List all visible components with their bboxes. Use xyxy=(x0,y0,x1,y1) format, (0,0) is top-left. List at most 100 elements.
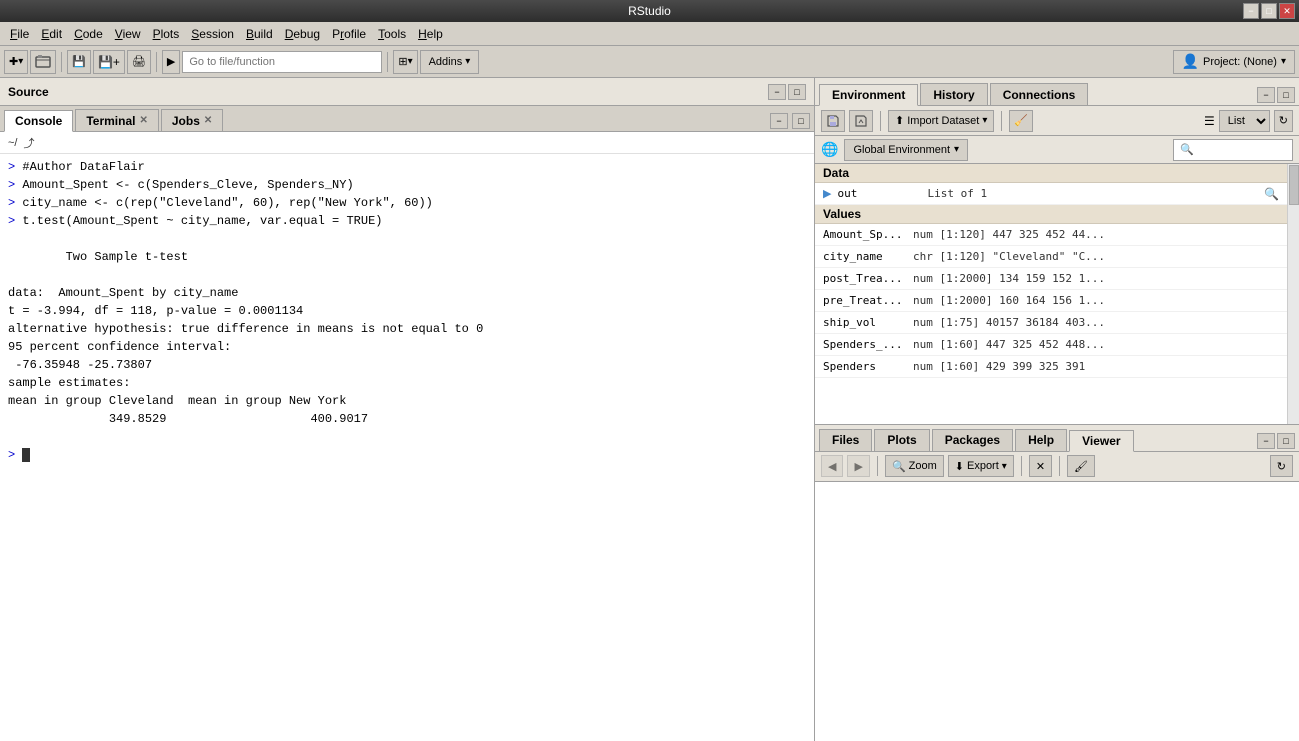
zoom-button[interactable]: 🔍 Zoom xyxy=(885,455,944,477)
save-workspace-button[interactable] xyxy=(821,110,845,132)
addins-button[interactable]: Addins ▾ xyxy=(420,50,480,74)
search-value-icon[interactable]: 🔍 xyxy=(1264,187,1279,201)
env-row-shipvol[interactable]: ship_vol num [1:75] 40157 36184 403... xyxy=(815,312,1287,334)
env-scrollbar[interactable] xyxy=(1287,164,1299,424)
list-controls: ☰ List Grid ↻ xyxy=(1204,110,1293,132)
files-separator-2 xyxy=(1021,456,1022,476)
minimize-env-button[interactable]: − xyxy=(1257,87,1275,103)
menu-file[interactable]: File xyxy=(4,26,35,42)
goto-arrow-button[interactable]: ▶ xyxy=(162,50,180,74)
values-section-header: Values xyxy=(815,205,1287,224)
layout-button[interactable]: ⊞ ▾ xyxy=(393,50,417,74)
window-title: RStudio xyxy=(628,4,671,18)
env-separator-2 xyxy=(1001,111,1002,131)
tab-help[interactable]: Help xyxy=(1015,429,1067,451)
close-button[interactable]: ✕ xyxy=(1279,3,1295,19)
window-controls[interactable]: − □ ✕ xyxy=(1243,3,1295,19)
env-selector: 🌐 Global Environment ▾ xyxy=(815,136,1299,164)
menu-tools[interactable]: Tools xyxy=(372,26,412,42)
tab-connections[interactable]: Connections xyxy=(990,83,1089,105)
minimize-source-button[interactable]: − xyxy=(768,84,786,100)
var-name-shipvol: ship_vol xyxy=(823,316,913,329)
tab-files[interactable]: Files xyxy=(819,429,872,451)
open-project-button[interactable] xyxy=(30,50,56,74)
close-jobs-tab[interactable]: ✕ xyxy=(204,115,212,126)
tab-console[interactable]: Console xyxy=(4,110,73,132)
menu-help[interactable]: Help xyxy=(412,26,449,42)
console-content[interactable]: > #Author DataFlair > Amount_Spent <- c(… xyxy=(0,154,814,741)
tab-packages[interactable]: Packages xyxy=(932,429,1013,451)
var-value-pretrea: num [1:2000] 160 164 156 1... xyxy=(913,294,1279,307)
export-button[interactable]: ⬇ Export ▾ xyxy=(948,455,1014,477)
load-workspace-button[interactable] xyxy=(849,110,873,132)
clear-console-button[interactable]: 🧹 xyxy=(1009,110,1033,132)
save-button[interactable]: 💾 xyxy=(67,50,91,74)
env-row-posttrea[interactable]: post_Trea... num [1:2000] 134 159 152 1.… xyxy=(815,268,1287,290)
env-row-out[interactable]: ▶ out List of 1 🔍 xyxy=(815,183,1287,205)
close-terminal-tab[interactable]: ✕ xyxy=(139,115,147,126)
maximize-button[interactable]: □ xyxy=(1261,3,1277,19)
menu-session[interactable]: Session xyxy=(185,26,240,42)
tab-plots[interactable]: Plots xyxy=(874,429,929,451)
env-row-spenders1[interactable]: Spenders_... num [1:60] 447 325 452 448.… xyxy=(815,334,1287,356)
maximize-source-button[interactable]: □ xyxy=(788,84,806,100)
console-line: mean in group Cleveland mean in group Ne… xyxy=(8,392,806,410)
viewer-content xyxy=(815,482,1299,741)
print-button[interactable]: 🖨 xyxy=(127,50,151,74)
minimize-button[interactable]: − xyxy=(1243,3,1259,19)
env-row-amount[interactable]: Amount_Sp... num [1:120] 447 325 452 44.… xyxy=(815,224,1287,246)
menu-code[interactable]: Code xyxy=(68,26,109,42)
console-line: alternative hypothesis: true difference … xyxy=(8,320,806,338)
project-selector[interactable]: 👤 Project: (None) ▾ xyxy=(1173,50,1295,74)
minimize-files-button[interactable]: − xyxy=(1257,433,1275,449)
menu-debug[interactable]: Debug xyxy=(279,26,326,42)
maximize-files-button[interactable]: □ xyxy=(1277,433,1295,449)
var-value-spenders1: num [1:60] 447 325 452 448... xyxy=(913,338,1279,351)
console-line: Two Sample t-test xyxy=(8,248,806,266)
menu-profile[interactable]: Profile xyxy=(326,26,372,42)
maximize-console-button[interactable]: □ xyxy=(792,113,810,129)
left-panel: Source − □ Console Terminal ✕ Jobs ✕ xyxy=(0,78,815,741)
refresh-files-button[interactable]: ↻ xyxy=(1270,455,1293,477)
minimize-console-button[interactable]: − xyxy=(770,113,788,129)
refresh-env-button[interactable]: ↻ xyxy=(1274,110,1293,132)
var-value-amount: num [1:120] 447 325 452 44... xyxy=(913,228,1279,241)
tab-viewer[interactable]: Viewer xyxy=(1069,430,1133,452)
menu-plots[interactable]: Plots xyxy=(147,26,186,42)
menu-edit[interactable]: Edit xyxy=(35,26,68,42)
console-line: 349.8529 400.9017 xyxy=(8,410,806,428)
var-name-amount: Amount_Sp... xyxy=(823,228,913,241)
maximize-env-button[interactable]: □ xyxy=(1277,87,1295,103)
console-line xyxy=(8,428,806,446)
env-row-cityname[interactable]: city_name chr [1:120] "Cleveland" "C... xyxy=(815,246,1287,268)
brush-button[interactable]: 🖌 xyxy=(1067,455,1095,477)
env-row-spenders2[interactable]: Spenders num [1:60] 429 399 325 391 xyxy=(815,356,1287,378)
import-dataset-button[interactable]: ⬆ Import Dataset ▾ xyxy=(888,110,994,132)
clear-viewer-button[interactable]: ✕ xyxy=(1029,455,1052,477)
tab-environment[interactable]: Environment xyxy=(819,84,918,106)
forward-button[interactable]: ▶ xyxy=(847,455,869,477)
tab-history[interactable]: History xyxy=(920,83,987,105)
jump-to-icon[interactable]: ⤴ xyxy=(23,135,34,151)
list-select[interactable]: List Grid xyxy=(1219,110,1270,132)
console-path: ~/ ⤴ xyxy=(0,132,814,154)
titlebar: RStudio − □ ✕ xyxy=(0,0,1299,22)
save-all-button[interactable]: 💾+ xyxy=(93,50,125,74)
env-row-pretrea[interactable]: pre_Treat... num [1:2000] 160 164 156 1.… xyxy=(815,290,1287,312)
env-separator xyxy=(880,111,881,131)
console-line: > t.test(Amount_Spent ~ city_name, var.e… xyxy=(8,212,806,230)
new-file-button[interactable]: ✚ ▾ xyxy=(4,50,28,74)
var-value-cityname: chr [1:120] "Cleveland" "C... xyxy=(913,250,1279,263)
tab-jobs[interactable]: Jobs ✕ xyxy=(161,109,223,131)
menu-build[interactable]: Build xyxy=(240,26,279,42)
back-button[interactable]: ◀ xyxy=(821,455,843,477)
source-actions: − □ xyxy=(768,84,806,100)
env-search-input[interactable] xyxy=(1173,139,1293,161)
tab-terminal[interactable]: Terminal ✕ xyxy=(75,109,159,131)
var-value-spenders2: num [1:60] 429 399 325 391 xyxy=(913,360,1279,373)
menu-view[interactable]: View xyxy=(109,26,147,42)
goto-input[interactable] xyxy=(182,51,382,73)
global-env-button[interactable]: Global Environment ▾ xyxy=(844,139,968,161)
separator-3 xyxy=(387,52,388,72)
env-scrollbar-thumb[interactable] xyxy=(1289,165,1299,205)
